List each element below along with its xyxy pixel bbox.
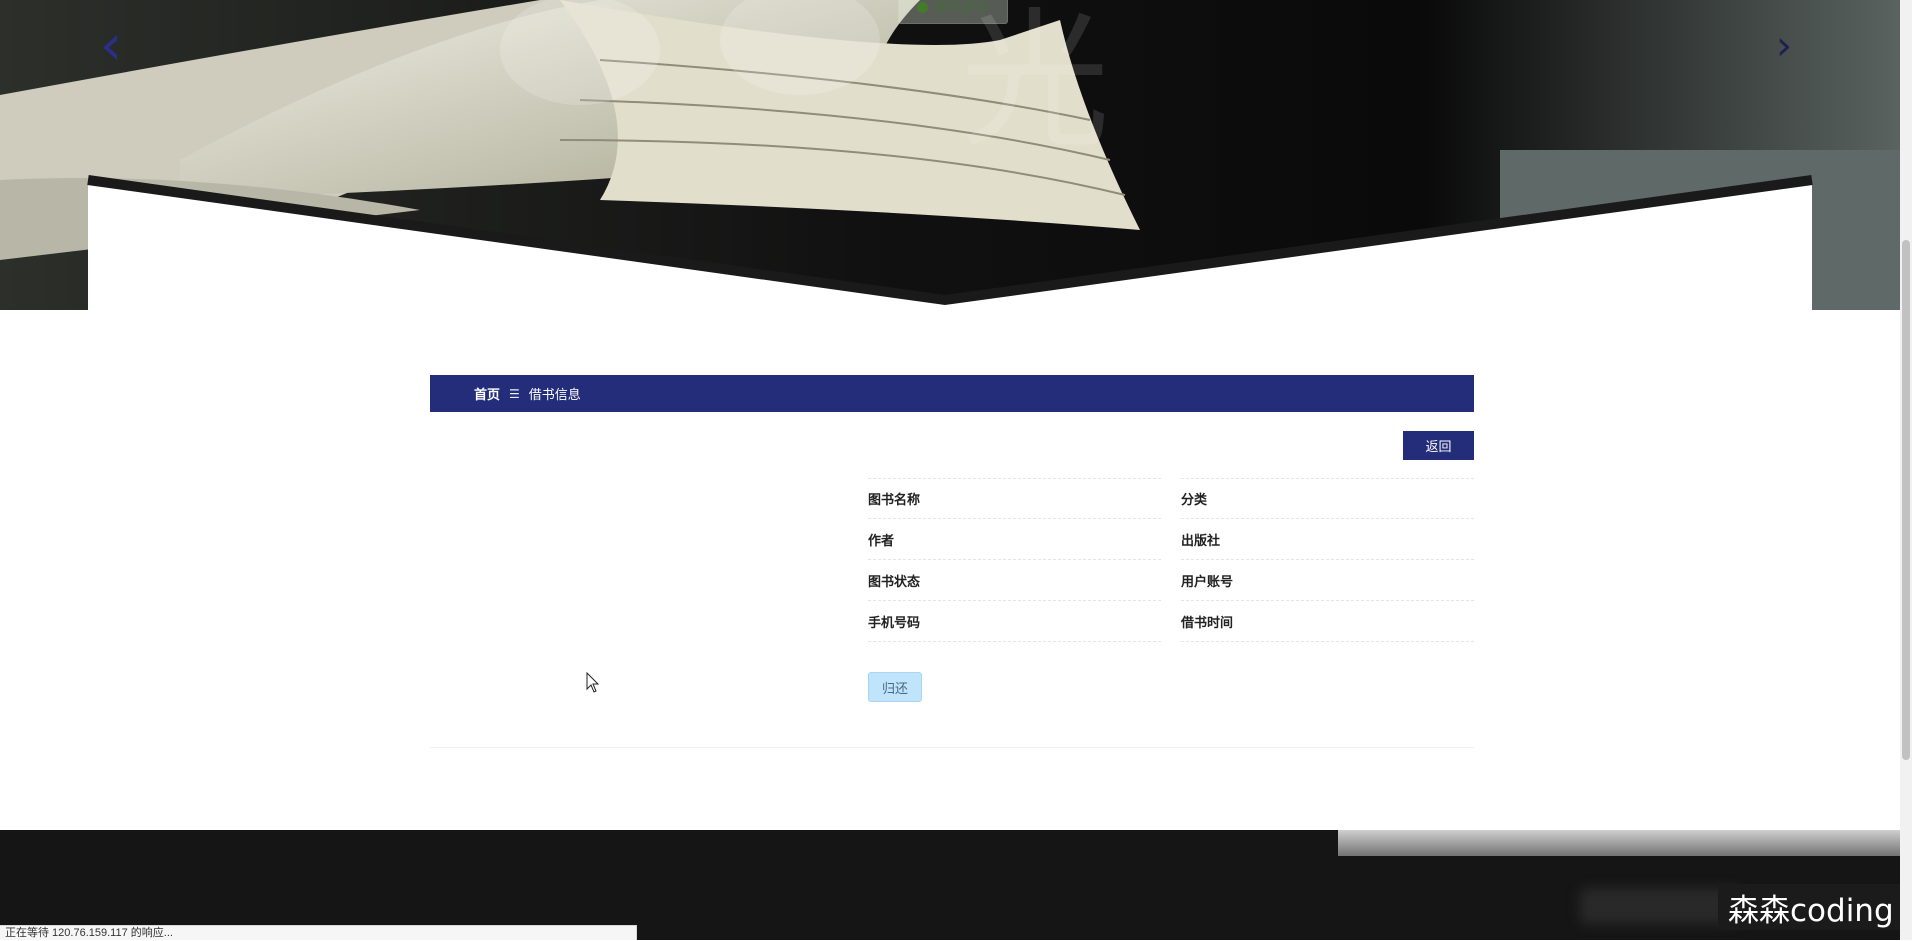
field-author: 作者 — [868, 519, 1161, 560]
detail-row: 手机号码 借书时间 — [868, 601, 1474, 642]
scrollbar-thumb[interactable] — [1902, 240, 1910, 760]
browser-status-bar: 正在等待 120.76.159.117 的响应... — [0, 925, 637, 940]
carousel-prev-arrow-icon[interactable]: ‹ — [100, 18, 122, 74]
breadcrumb-current[interactable]: 借书信息 — [529, 384, 581, 403]
field-user-account: 用户账号 — [1181, 560, 1474, 601]
field-borrow-time: 借书时间 — [1181, 601, 1474, 642]
detail-row: 作者 出版社 — [868, 519, 1474, 560]
breadcrumb-separator-icon: ☰ — [509, 386, 520, 401]
field-publisher: 出版社 — [1181, 519, 1474, 560]
carousel-next-arrow-icon[interactable]: › — [1776, 26, 1792, 66]
borrow-detail-grid: 图书名称 分类 作者 出版社 图书状态 用户账号 手机号码 借书时间 — [868, 478, 1474, 642]
hero-banner: ‹ › 光 操作成功 — [0, 0, 1900, 312]
page-scrollbar[interactable] — [1900, 0, 1912, 940]
field-book-status: 图书状态 — [868, 560, 1161, 601]
detail-row: 图书状态 用户账号 — [868, 560, 1474, 601]
success-check-icon — [916, 1, 928, 13]
book-image — [0, 0, 1900, 312]
toast-message: 操作成功 — [933, 0, 990, 15]
hero-overlay-text: 光 — [960, 0, 1111, 169]
return-book-button[interactable]: 归还 — [868, 672, 922, 702]
field-book-name: 图书名称 — [868, 478, 1161, 519]
content-divider — [430, 747, 1474, 748]
success-toast: 操作成功 — [898, 0, 1008, 24]
footer-fade-overlay — [1338, 820, 1900, 856]
footer-blurred-text — [1580, 888, 1740, 924]
watermark: 森森coding — [1718, 884, 1904, 930]
field-phone: 手机号码 — [868, 601, 1161, 642]
back-button[interactable]: 返回 — [1403, 431, 1474, 460]
field-category: 分类 — [1181, 478, 1474, 519]
mouse-cursor-icon — [586, 672, 600, 693]
breadcrumb-home-link[interactable]: 首页 — [474, 384, 500, 403]
breadcrumb: 首页 ☰ 借书信息 — [430, 375, 1474, 412]
detail-row: 图书名称 分类 — [868, 478, 1474, 519]
